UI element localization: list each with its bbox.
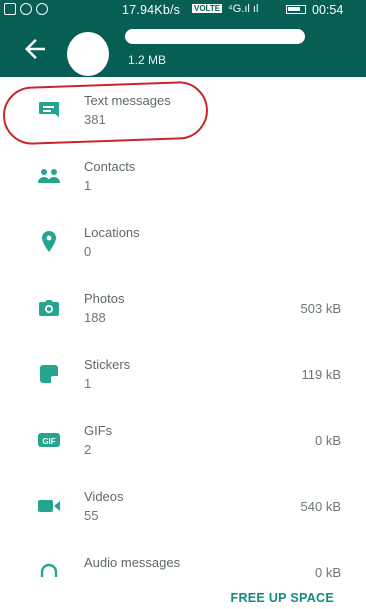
list-item-locations[interactable]: Locations 0 (0, 209, 366, 275)
item-title: GIFs (84, 423, 113, 438)
toolbar: 1.2 MB (0, 20, 366, 77)
app-notification-icon (4, 3, 16, 15)
contact-name-redacted (125, 29, 305, 44)
item-title: Videos (84, 489, 124, 504)
signal-icon: ⁴G.ıl ıl (228, 3, 259, 15)
video-camera-icon (37, 496, 61, 516)
camera-icon (37, 298, 61, 318)
gif-icon: GIF (37, 430, 61, 450)
item-size: 119 kB (301, 367, 341, 382)
back-button[interactable] (20, 34, 50, 64)
list-item-contacts[interactable]: Contacts 1 (0, 143, 366, 209)
list-item-stickers[interactable]: Stickers 1 119 kB (0, 341, 366, 407)
sticker-icon (37, 364, 61, 384)
messenger-notification-icon (36, 3, 48, 15)
avatar[interactable] (67, 32, 109, 76)
contacts-icon (37, 166, 61, 186)
item-count: 1 (84, 178, 92, 193)
storage-usage-list: Text messages 381 Contacts 1 Locations 0 (0, 77, 366, 605)
network-speed: 17.94Kb/s (122, 3, 181, 17)
annotation-circle (2, 80, 209, 146)
list-item-videos[interactable]: Videos 55 540 kB (0, 473, 366, 539)
item-count: 1 (84, 376, 92, 391)
list-item-photos[interactable]: Photos 188 503 kB (0, 275, 366, 341)
notification-icons (4, 3, 48, 15)
arrow-back-icon (25, 39, 45, 59)
item-count: 2 (84, 442, 92, 457)
item-size: 503 kB (300, 301, 341, 316)
bottom-action-bar: FREE UP SPACE (0, 577, 366, 609)
chat-notification-icon (20, 3, 32, 15)
free-up-space-button[interactable]: FREE UP SPACE (231, 591, 334, 605)
status-bar: 17.94Kb/s VOLTE ⁴G.ıl ıl 00:54 (0, 0, 366, 20)
item-title: Audio messages (84, 555, 181, 570)
item-count: 0 (84, 244, 92, 259)
item-count: 188 (84, 310, 106, 325)
battery-icon (286, 5, 306, 14)
location-pin-icon (37, 231, 61, 252)
item-title: Contacts (84, 159, 136, 174)
item-title: Stickers (84, 357, 131, 372)
list-item-gifs[interactable]: GIF GIFs 2 0 kB (0, 407, 366, 473)
item-title: Locations (84, 225, 140, 240)
item-count: 55 (84, 508, 99, 523)
clock: 00:54 (312, 3, 344, 17)
item-size: 540 kB (300, 499, 341, 514)
svg-text:GIF: GIF (42, 437, 55, 446)
volte-badge: VOLTE (192, 4, 223, 13)
total-size: 1.2 MB (128, 53, 167, 67)
item-title: Photos (84, 291, 125, 306)
item-size: 0 kB (314, 433, 341, 448)
